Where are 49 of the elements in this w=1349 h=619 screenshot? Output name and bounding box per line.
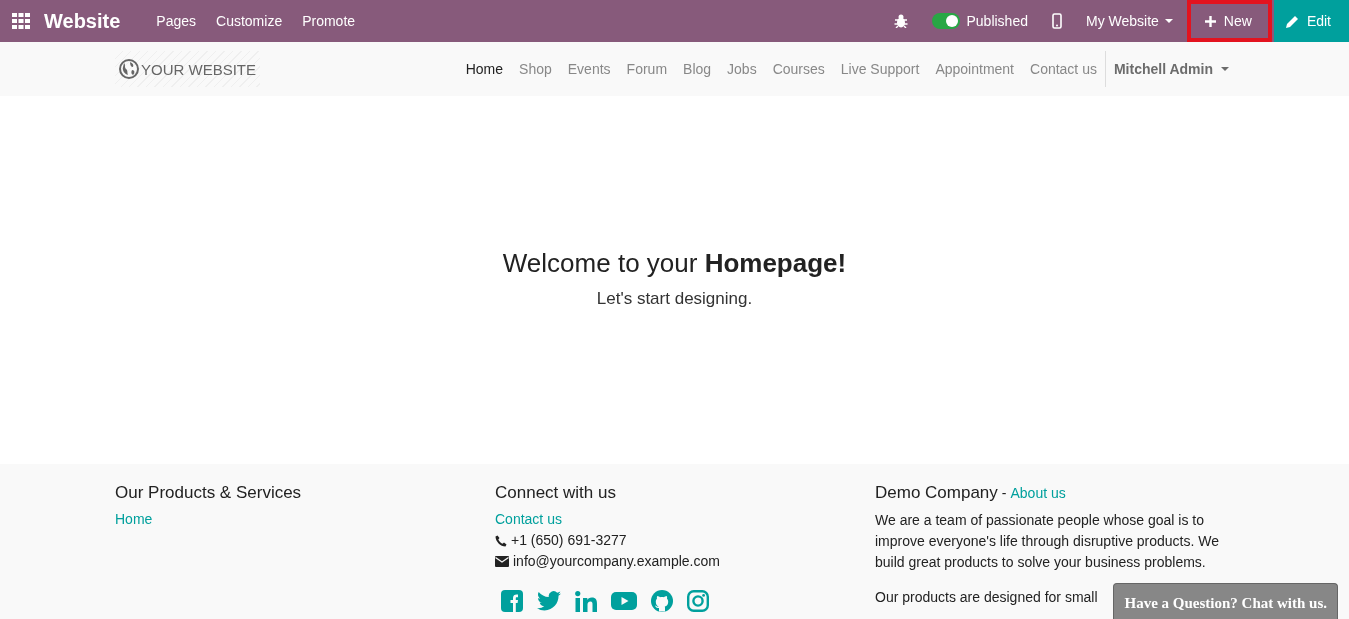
user-menu[interactable]: Mitchell Admin: [1104, 51, 1229, 87]
footer-link[interactable]: Home: [115, 509, 153, 530]
nav-link[interactable]: Courses: [764, 61, 833, 77]
published-label: Published: [966, 13, 1028, 29]
nav-link[interactable]: Blog: [675, 61, 720, 77]
menu-item[interactable]: Pages: [156, 13, 197, 29]
nav-link[interactable]: Jobs: [719, 61, 765, 77]
footer-heading: Connect with us: [495, 482, 616, 503]
nav-link[interactable]: Home: [457, 61, 512, 77]
phone-number: +1 (650) 691-3277: [511, 531, 627, 550]
plus-icon: [1204, 15, 1216, 27]
footer-heading: Our Products & Services: [115, 482, 302, 503]
new-button[interactable]: New: [1186, 0, 1272, 42]
nav-link[interactable]: Forum: [618, 61, 676, 77]
nav-link[interactable]: Events: [559, 61, 619, 77]
youtube-icon[interactable]: [611, 592, 637, 610]
company-description: We are a team of passionate people whose goal is to improve everyone's life through disruptive products. We build great products to solve your business problems.: [875, 511, 1221, 572]
nav-link[interactable]: Shop: [511, 61, 560, 77]
menu-item[interactable]: Customize: [216, 13, 283, 29]
bug-icon[interactable]: [894, 14, 909, 28]
github-icon[interactable]: [651, 590, 673, 612]
envelope-icon: [495, 556, 509, 567]
twitter-icon[interactable]: [537, 591, 561, 611]
nav-link[interactable]: Contact us: [1022, 61, 1105, 77]
footer-link[interactable]: Contact us: [495, 509, 562, 530]
company-name: Demo Company: [875, 482, 998, 503]
published-toggle[interactable]: [932, 13, 961, 29]
site-logo[interactable]: YOUR WEBSITE: [115, 51, 260, 87]
nav-link[interactable]: Live Support: [832, 61, 928, 77]
hero-title: Welcome to your Homepage!: [502, 247, 847, 279]
menu-item[interactable]: Promote: [302, 13, 356, 29]
linkedin-icon[interactable]: [575, 590, 597, 612]
apps-menu-icon[interactable]: [12, 13, 30, 29]
facebook-icon[interactable]: [501, 590, 523, 612]
hero-subtitle: Let's start designing.: [596, 288, 753, 309]
email-address: info@yourcompany.example.com: [513, 552, 720, 571]
mobile-phone-icon[interactable]: [1052, 13, 1062, 29]
phone-icon: [495, 534, 507, 547]
pencil-icon: [1285, 14, 1299, 28]
app-title: Website: [44, 9, 121, 33]
instagram-icon[interactable]: [687, 590, 709, 612]
chat-button[interactable]: Have a Question? Chat with us.: [1113, 583, 1338, 619]
about-link[interactable]: About us: [1010, 483, 1066, 504]
globe-icon: [119, 59, 139, 79]
website-dropdown[interactable]: My Website: [1086, 13, 1173, 29]
company-description: Our products are designed for small: [875, 588, 1098, 607]
edit-button[interactable]: Edit: [1273, 0, 1349, 42]
nav-link[interactable]: Appointment: [927, 61, 1022, 77]
separator-text: -: [1001, 484, 1007, 503]
